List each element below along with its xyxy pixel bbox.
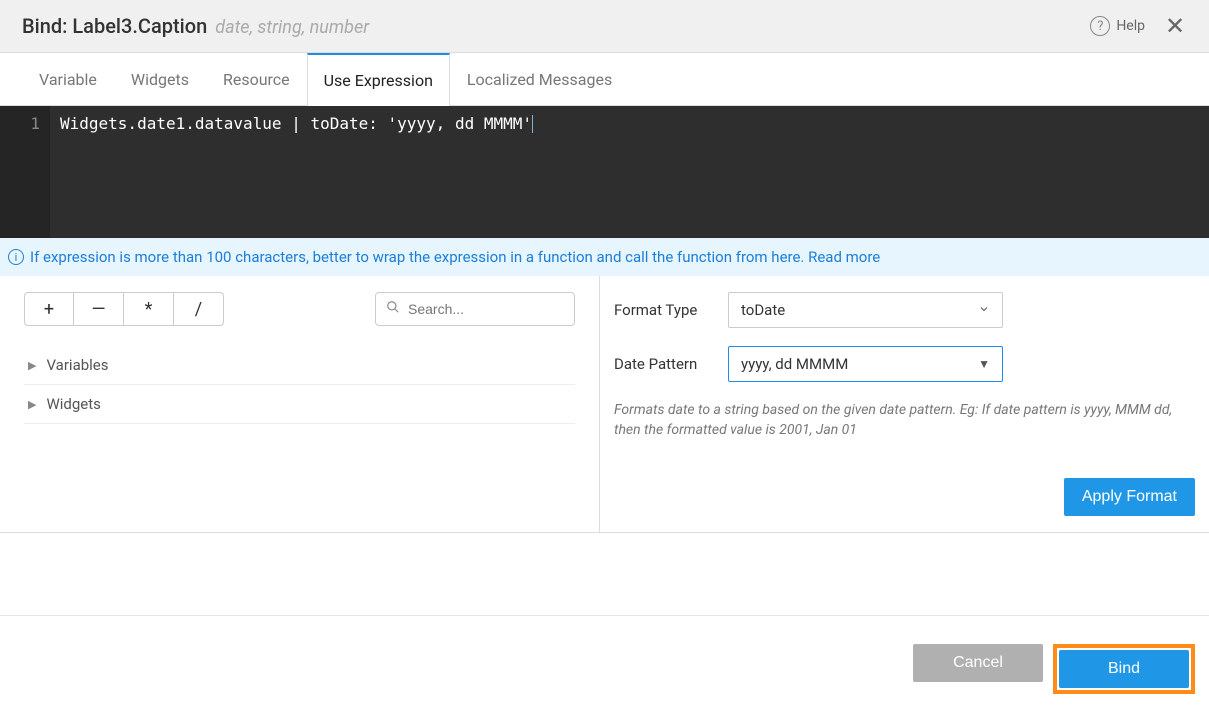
tree-item-label: Widgets [46,395,100,413]
search-icon [386,300,400,318]
date-pattern-label: Date Pattern [614,355,710,373]
tab-localized-messages[interactable]: Localized Messages [450,53,629,106]
minus-button[interactable]: — [74,292,124,326]
multiply-button[interactable]: * [124,292,174,326]
operator-toolbar: + — * / [24,292,224,326]
tab-use-expression[interactable]: Use Expression [307,53,450,106]
dialog-hint: date, string, number [215,17,369,38]
tree-list: ▶ Variables ▶ Widgets [24,346,575,424]
help-button[interactable]: ? Help [1090,16,1145,36]
line-number: 1 [0,114,40,133]
info-icon: i [8,249,24,265]
dialog-footer: Cancel Bind [0,615,1209,710]
bind-dialog: Bind: Label3.Caption date, string, numbe… [0,0,1209,710]
format-panel: Format Type toDate Date Pattern yyyy, dd… [600,276,1209,533]
code-text: Widgets.date1.datavalue | toDate: 'yyyy,… [60,114,532,133]
expression-builder-panel: + — * / ▶ Variables ▶ [0,276,600,533]
tree-item-widgets[interactable]: ▶ Widgets [24,385,575,424]
tab-widgets[interactable]: Widgets [114,53,206,106]
chevron-down-icon: ▼ [978,357,990,371]
apply-format-button[interactable]: Apply Format [1064,478,1195,516]
expression-editor[interactable]: 1 Widgets.date1.datavalue | toDate: 'yyy… [0,106,1209,238]
chevron-right-icon: ▶ [28,359,36,372]
chevron-down-icon [978,303,990,318]
help-icon: ? [1090,16,1110,36]
format-type-value: toDate [741,301,785,319]
bind-button-highlight: Bind [1053,644,1195,694]
close-button[interactable]: ✕ [1163,14,1187,38]
format-description: Formats date to a string based on the gi… [614,400,1195,441]
format-type-label: Format Type [614,301,710,319]
info-banner: i If expression is more than 100 charact… [0,238,1209,276]
help-label: Help [1116,18,1145,34]
tab-variable[interactable]: Variable [22,53,114,106]
search-field[interactable] [375,292,575,326]
panel-row: + — * / ▶ Variables ▶ [0,276,1209,533]
editor-content[interactable]: Widgets.date1.datavalue | toDate: 'yyyy,… [50,106,543,238]
format-type-select[interactable]: toDate [728,292,1003,328]
chevron-right-icon: ▶ [28,398,36,411]
tree-item-label: Variables [46,356,108,374]
date-pattern-select[interactable]: yyyy, dd MMMM ▼ [728,346,1003,382]
editor-gutter: 1 [0,106,50,238]
search-input[interactable] [408,301,564,317]
editor-cursor [532,115,533,133]
read-more-link[interactable]: Read more [808,248,880,266]
dialog-title: Bind: Label3.Caption [22,14,207,38]
tab-resource[interactable]: Resource [206,53,307,106]
plus-button[interactable]: + [24,292,74,326]
cancel-button[interactable]: Cancel [913,644,1043,682]
info-text: If expression is more than 100 character… [30,248,808,266]
date-pattern-value: yyyy, dd MMMM [741,355,848,373]
tab-bar: Variable Widgets Resource Use Expression… [0,53,1209,106]
tree-item-variables[interactable]: ▶ Variables [24,346,575,385]
bind-button[interactable]: Bind [1059,650,1189,688]
dialog-titlebar: Bind: Label3.Caption date, string, numbe… [0,0,1209,53]
divide-button[interactable]: / [174,292,224,326]
